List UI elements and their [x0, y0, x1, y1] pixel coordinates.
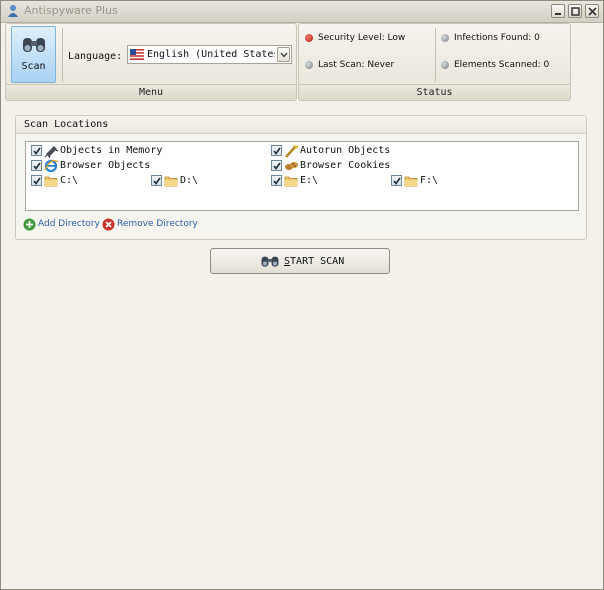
location-label: Browser Cookies: [300, 160, 391, 171]
scan-button[interactable]: Scan: [11, 26, 56, 83]
ribbon: Scan Language: English (United States) M…: [5, 23, 571, 103]
minimize-icon: [555, 13, 561, 15]
folder-icon: [404, 176, 418, 187]
scan-locations-title: Scan Locations: [16, 116, 586, 134]
app-user-icon: [8, 5, 18, 17]
start-scan-button[interactable]: START SCAN: [210, 248, 390, 274]
checkmark-icon: [33, 162, 41, 170]
checkbox[interactable]: [31, 145, 42, 156]
checkmark-icon: [153, 177, 161, 185]
folder-icon: [44, 176, 58, 187]
red-status-indicator-icon: [305, 34, 313, 42]
menu-divider: [62, 28, 63, 82]
autorun-wand-icon: [285, 144, 299, 158]
security-level-text: Security Level: Low: [318, 33, 406, 43]
maximize-icon: [571, 7, 580, 16]
memory-chip-icon: [44, 146, 59, 158]
scan-locations-panel: Scan Locations Objects in Memory Autorun…: [15, 115, 587, 240]
infections-found-text: Infections Found: 0: [454, 33, 540, 43]
add-directory-label[interactable]: Add Directory: [38, 219, 100, 229]
title-bar[interactable]: Antispyware Plus: [1, 1, 603, 23]
scan-button-label: Scan: [21, 61, 46, 72]
location-label: D:\: [180, 175, 199, 186]
checkmark-icon: [33, 177, 41, 185]
checkbox[interactable]: [271, 175, 282, 186]
location-label: F:\: [420, 175, 439, 186]
checkmark-icon: [393, 177, 401, 185]
checkmark-icon: [273, 147, 281, 155]
app-window: Antispyware Plus Scan Language: English …: [0, 0, 604, 590]
language-label: Language:: [68, 51, 123, 62]
checkmark-icon: [273, 177, 281, 185]
cookie-icon: [285, 162, 298, 170]
us-flag-icon: [130, 49, 144, 60]
folder-icon: [284, 176, 298, 187]
start-scan-text: TART SCAN: [290, 256, 345, 267]
gray-status-indicator-icon: [305, 61, 313, 69]
gray-status-indicator-icon: [441, 61, 449, 69]
binoculars-icon: [261, 256, 279, 267]
location-label: Autorun Objects: [300, 145, 391, 156]
checkmark-icon: [33, 147, 41, 155]
scan-locations-list: Objects in Memory Autorun Objects Browse…: [25, 141, 579, 211]
status-group: Security Level: Low Last Scan: Never Inf…: [298, 23, 571, 101]
add-circle-icon: [23, 218, 36, 231]
close-icon: [588, 7, 597, 16]
menu-group: Scan Language: English (United States) M…: [5, 23, 297, 101]
language-dropdown-button[interactable]: [277, 47, 290, 62]
start-scan-label: START SCAN: [284, 256, 344, 267]
checkbox[interactable]: [31, 175, 42, 186]
location-label: Browser Objects: [60, 160, 151, 171]
menu-group-label: Menu: [6, 84, 296, 100]
binoculars-icon: [23, 38, 45, 52]
maximize-button[interactable]: [568, 4, 582, 18]
minimize-button[interactable]: [551, 4, 565, 18]
gray-status-indicator-icon: [441, 34, 449, 42]
checkmark-icon: [273, 162, 281, 170]
internet-explorer-icon: [44, 159, 59, 173]
last-scan-text: Last Scan: Never: [318, 60, 395, 70]
status-group-label: Status: [299, 84, 570, 100]
checkbox[interactable]: [271, 160, 282, 171]
chevron-down-icon: [280, 52, 288, 58]
checkbox[interactable]: [391, 175, 402, 186]
language-select[interactable]: English (United States): [127, 45, 292, 64]
close-button[interactable]: [585, 4, 599, 18]
elements-scanned-text: Elements Scanned: 0: [454, 60, 550, 70]
folder-icon: [164, 176, 178, 187]
checkbox[interactable]: [271, 145, 282, 156]
location-label: C:\: [60, 175, 79, 186]
window-title: Antispyware Plus: [24, 4, 118, 17]
checkbox[interactable]: [31, 160, 42, 171]
location-label: Objects in Memory: [60, 145, 163, 156]
status-divider: [435, 28, 436, 82]
remove-circle-icon: [102, 218, 115, 231]
remove-directory-label[interactable]: Remove Directory: [117, 219, 198, 229]
location-label: E:\: [300, 175, 319, 186]
checkbox[interactable]: [151, 175, 162, 186]
language-value: English (United States): [147, 49, 275, 60]
